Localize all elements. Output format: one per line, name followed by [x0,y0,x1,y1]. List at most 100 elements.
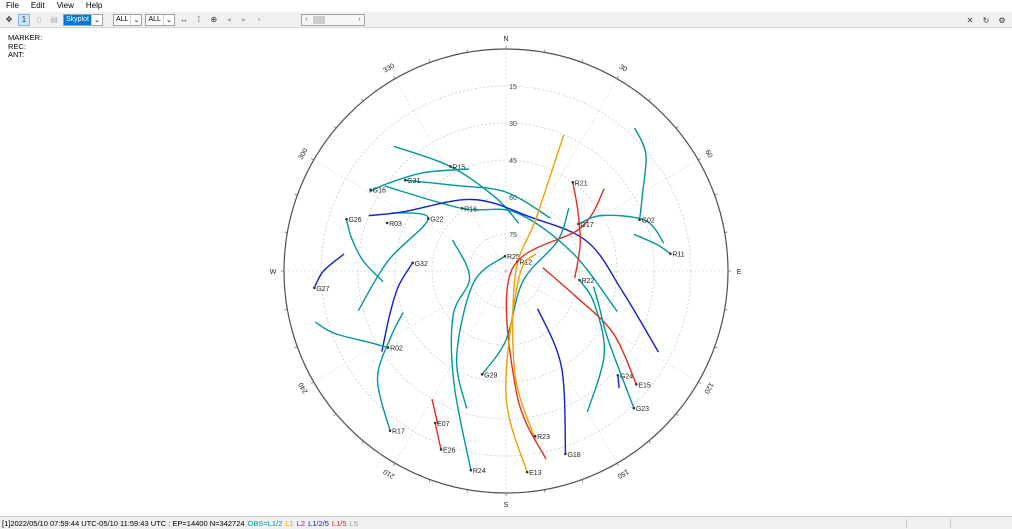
satellite-point-g23 [632,406,636,410]
page-2-icon[interactable]: ▯ [33,14,45,26]
chevron-down-icon: ⌄ [130,14,141,25]
azimuth-tick [675,126,679,129]
menu-help[interactable]: Help [80,0,108,12]
satellite-label-g27: G27 [316,286,329,293]
azimuth-tick [648,98,651,102]
status-cell [906,519,907,528]
satellite-label-r24: R24 [473,468,486,475]
track-r03 [368,198,660,353]
azimuth-tick [361,440,364,444]
page-number-button[interactable]: 1 [18,13,30,26]
azimuth-tick [616,75,619,79]
satellite-point-r17 [388,429,392,432]
track-g23 [592,286,635,409]
satellite-label-r21: R21 [575,180,588,187]
satellite-filter-select[interactable]: ALL ⌄ [112,13,143,26]
satellite-label-g32: G32 [415,261,428,268]
step-icon[interactable]: ▪ [253,14,265,26]
scroll-left-icon[interactable]: ‹ [302,16,311,23]
satellite-label-r23: R23 [537,434,550,441]
satellite-point-r16 [460,207,464,210]
menu-edit[interactable]: Edit [25,0,51,12]
azimuth-tick [675,413,679,416]
skyplot-labels: NESW30601201502102403003301530456075 [270,36,742,509]
azimuth-tick [310,381,314,384]
elevation-label: 75 [509,232,517,239]
right-tools: ✕ ↻ ⚙ [964,12,1008,28]
satellite-label-g17: G17 [580,222,593,229]
satellite-point-r25 [503,254,507,258]
satellite-label-e26: E26 [443,447,456,454]
satellite-point-r15 [449,165,452,168]
navigate-icon[interactable]: ✥ [3,14,15,26]
gear-icon[interactable]: ⚙ [996,14,1008,26]
skyplot[interactable]: NESW30601201502102403003301530456075 R15… [0,28,1012,516]
page-3-icon[interactable]: ▤ [48,14,60,26]
satellite-label-e13: E13 [529,470,542,477]
satellite-point-g02 [638,218,641,222]
azimuth-label: 60 [703,149,713,159]
satellite-point-r11 [669,252,672,256]
refresh-icon[interactable]: ↻ [980,14,992,26]
elevation-label: 15 [509,84,517,91]
toolbar: ✥ 1 ▯ ▤ Skyplot ⌄ ALL ⌄ ALL ⌄ ↔ ⁞ ⊕ ◂ ▸ … [0,12,1012,28]
direction-label-e: E [737,269,742,276]
scroll-right-icon[interactable]: › [355,16,364,23]
chevron-down-icon: ⌄ [162,14,174,25]
satellite-label-g29: G29 [484,372,497,379]
time-scrollbar[interactable]: ‹ › [300,13,365,26]
satellite-label-e07: E07 [437,421,450,428]
previous-icon[interactable]: ◂ [223,14,235,26]
range-icon[interactable]: ↔ [178,14,190,26]
azimuth-label: 300 [298,147,310,161]
menu-file[interactable]: File [0,0,25,12]
azimuth-tick [393,75,396,79]
skyplot-grid [281,46,731,496]
satellite-label-r22: R22 [581,278,594,285]
satellite-point-e15 [635,382,638,386]
vertical-bar-icon[interactable]: ⁞ [193,14,205,26]
satellite-filter-value: ALL [115,15,129,23]
satellite-label-e15: E15 [638,382,651,389]
track-r17 [376,312,404,431]
frequency-filter-select[interactable]: ALL ⌄ [145,13,175,26]
direction-label-s: S [504,502,509,509]
track-g26 [345,219,384,283]
track-r24 [450,239,472,471]
plot-type-select[interactable]: Skyplot ⌄ [63,13,103,26]
plot-type-value: Skyplot [64,14,91,25]
satellite-label-r16: R16 [464,206,477,213]
close-icon[interactable]: ✕ [964,14,976,26]
elevation-label: 30 [509,121,517,128]
satellite-point-g22 [426,217,430,220]
satellite-label-g23: G23 [636,406,649,413]
satellite-point-r22 [578,278,581,282]
menu-bar: File Edit View Help [0,0,1012,12]
satellite-label-g16: G16 [373,188,386,195]
legend-l1-5: L1/5 [331,518,347,528]
time-range: [1]2022/05/10 07:59:44 UTC-05/10 11:59:4… [2,518,245,528]
direction-label-w: W [270,269,277,276]
center-icon[interactable]: ⊕ [208,14,220,26]
satellite-label-g22: G22 [430,217,443,224]
legend-l1: L1 [285,518,294,528]
azimuth-label: 330 [382,63,396,75]
direction-label-n: N [503,36,508,43]
azimuth-label: 210 [382,467,396,479]
scroll-thumb[interactable] [312,15,325,24]
azimuth-tick [648,440,651,444]
satellite-label-r03: R03 [389,221,402,228]
azimuth-tick [698,381,702,384]
satellite-point-g29 [480,373,484,376]
azimuth-tick [310,158,314,161]
menu-view[interactable]: View [51,0,80,12]
legend-obs: OBS=L1/2 [247,518,283,528]
scroll-track[interactable] [311,15,355,24]
satellite-label-r17: R17 [392,429,405,436]
satellite-label-r02: R02 [390,346,403,353]
satellite-label-r11: R11 [672,252,684,259]
satellite-label-g26: G26 [348,217,361,224]
satellite-point-e26 [439,448,443,451]
play-icon[interactable]: ▸ [238,14,250,26]
satellite-label-g02: G02 [642,218,655,225]
